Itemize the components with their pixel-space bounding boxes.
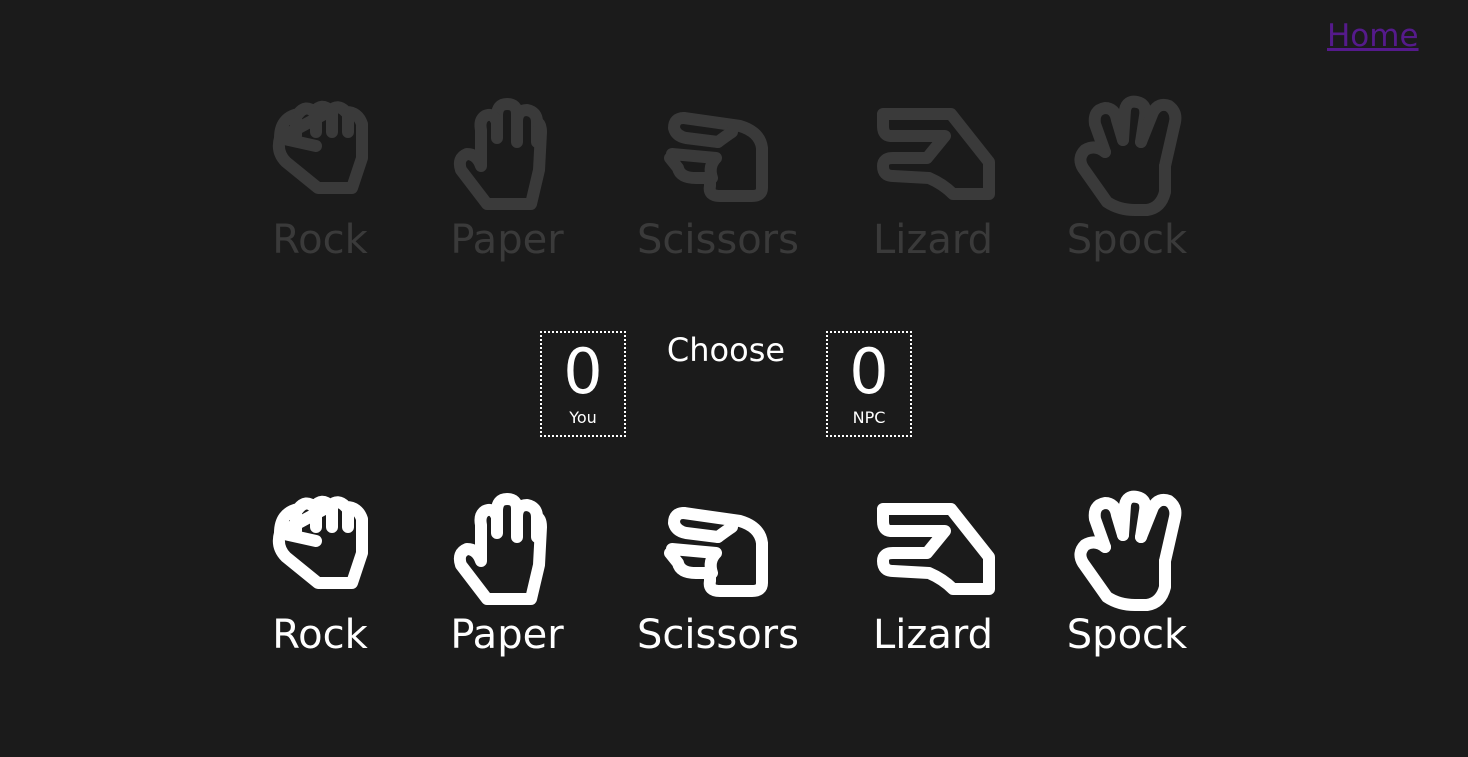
choose-spock-button[interactable]: Spock (1037, 487, 1217, 657)
npc-hand-label: Scissors (637, 217, 799, 263)
npc-score-label: NPC (852, 408, 886, 427)
scissors-hand-icon (656, 487, 780, 611)
lizard-hand-icon (871, 487, 995, 611)
npc-hand-scissors: Scissors (628, 92, 808, 262)
game-status: Choose (666, 331, 786, 369)
lizard-hand-icon (871, 92, 995, 216)
npc-hand-label: Spock (1066, 217, 1188, 263)
player-scorebox: 0 You (540, 331, 626, 437)
choice-label: Paper (450, 612, 564, 658)
choose-scissors-button[interactable]: Scissors (628, 487, 808, 657)
choice-label: Lizard (872, 612, 994, 658)
player-score-label: You (569, 408, 597, 427)
fist-icon (258, 92, 382, 216)
choose-lizard-button[interactable]: Lizard (843, 487, 1023, 657)
choice-label: Rock (272, 612, 368, 658)
npc-hand-row: Rock Paper Scissors Lizard Spock (0, 92, 1468, 262)
npc-hand-label: Paper (450, 217, 564, 263)
game-page: Home Rock Paper Scissors Lizard Spock 0 … (0, 0, 1468, 757)
npc-hand-spock: Spock (1037, 92, 1217, 262)
vulcan-salute-icon (1065, 92, 1189, 216)
npc-hand-lizard: Lizard (843, 92, 1023, 262)
open-hand-icon (445, 92, 569, 216)
player-hand-row: Rock Paper Scissors Lizard Spock (0, 487, 1468, 657)
choice-label: Spock (1066, 612, 1188, 658)
scissors-hand-icon (656, 92, 780, 216)
npc-scorebox: 0 NPC (826, 331, 912, 437)
npc-hand-label: Rock (272, 217, 368, 263)
home-link[interactable]: Home (1327, 16, 1419, 56)
open-hand-icon (445, 487, 569, 611)
choice-label: Scissors (637, 612, 799, 658)
vulcan-salute-icon (1065, 487, 1189, 611)
player-score: 0 (563, 335, 603, 408)
npc-hand-label: Lizard (872, 217, 994, 263)
choose-paper-button[interactable]: Paper (417, 487, 597, 657)
npc-score: 0 (849, 335, 889, 408)
npc-hand-paper: Paper (417, 92, 597, 262)
choose-rock-button[interactable]: Rock (230, 487, 410, 657)
fist-icon (258, 487, 382, 611)
npc-hand-rock: Rock (230, 92, 410, 262)
